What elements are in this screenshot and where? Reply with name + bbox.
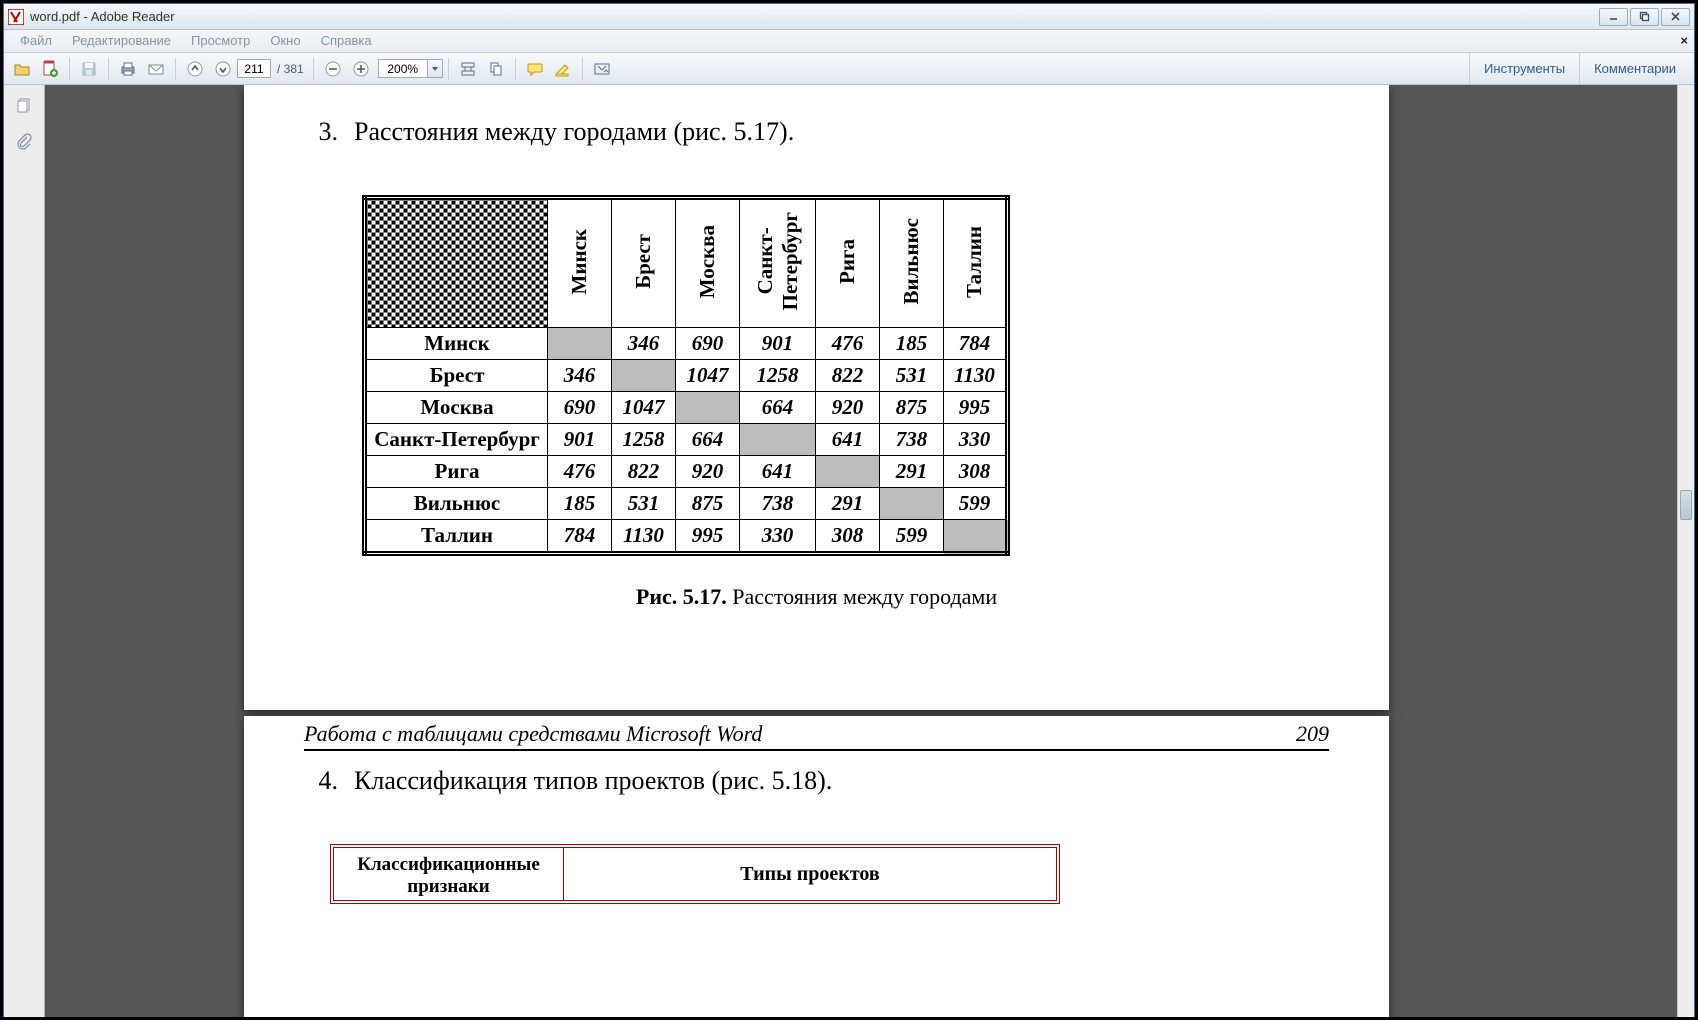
caption-text: Расстояния между городами bbox=[727, 584, 997, 609]
types-col1: Классификационные признаки bbox=[334, 848, 564, 900]
rotate-button[interactable] bbox=[483, 57, 509, 81]
email-button[interactable] bbox=[143, 57, 169, 81]
attachments-icon[interactable] bbox=[11, 129, 37, 155]
export-pdf-button[interactable] bbox=[37, 57, 63, 81]
save-button[interactable] bbox=[76, 57, 102, 81]
page-total-label: / 381 bbox=[277, 62, 304, 76]
header-left: Работа с таблицами средствами Microsoft … bbox=[304, 721, 762, 747]
comment-button[interactable] bbox=[522, 57, 548, 81]
content-area: 3. Расстояния между городами (рис. 5.17)… bbox=[4, 85, 1694, 1017]
types-col2: Типы проектов bbox=[564, 848, 1056, 900]
list-item-3: 3. Расстояния между городами (рис. 5.17)… bbox=[304, 117, 1389, 147]
zoom-in-button[interactable] bbox=[348, 57, 374, 81]
zoom-display[interactable]: 200% bbox=[378, 59, 428, 78]
open-button[interactable] bbox=[9, 57, 35, 81]
caption-label: Рис. 5.17. bbox=[636, 584, 727, 609]
titlebar: word.pdf - Adobe Reader bbox=[4, 4, 1694, 30]
menubar: Файл Редактирование Просмотр Окно Справк… bbox=[4, 30, 1694, 53]
page-down-button[interactable] bbox=[210, 57, 236, 81]
header-page-number: 209 bbox=[1296, 721, 1329, 747]
list-text: Классификация типов проектов (рис. 5.18)… bbox=[354, 766, 832, 796]
pdf-page: 3. Расстояния между городами (рис. 5.17)… bbox=[244, 85, 1389, 710]
list-item-4: 4. Классификация типов проектов (рис. 5.… bbox=[304, 766, 1389, 796]
page-number-input[interactable] bbox=[237, 59, 271, 78]
page-header: Работа с таблицами средствами Microsoft … bbox=[304, 721, 1329, 751]
menu-edit[interactable]: Редактирование bbox=[62, 30, 181, 52]
minimize-button[interactable] bbox=[1599, 8, 1628, 26]
scrollbar-thumb[interactable] bbox=[1680, 490, 1692, 520]
page-up-button[interactable] bbox=[182, 57, 208, 81]
tools-tab[interactable]: Инструменты bbox=[1469, 53, 1579, 84]
highlight-button[interactable] bbox=[550, 57, 576, 81]
menu-file[interactable]: Файл bbox=[10, 30, 62, 52]
maximize-button[interactable] bbox=[1630, 8, 1659, 26]
window-title: word.pdf - Adobe Reader bbox=[30, 9, 175, 24]
figure-caption: Рис. 5.17. Расстояния между городами bbox=[244, 584, 1389, 610]
types-table-header: Классификационные признаки Типы проектов bbox=[330, 844, 1060, 904]
distance-table: МинскБрестМоскваСанкт- ПетербургРигаВиль… bbox=[362, 195, 1036, 556]
doc-close-icon[interactable]: × bbox=[1680, 33, 1688, 48]
zoom-out-button[interactable] bbox=[320, 57, 346, 81]
adobe-reader-icon bbox=[8, 9, 24, 25]
print-button[interactable] bbox=[115, 57, 141, 81]
scrollbar[interactable] bbox=[1677, 85, 1694, 1017]
close-button[interactable] bbox=[1661, 8, 1690, 26]
menu-view[interactable]: Просмотр bbox=[181, 30, 260, 52]
nav-sidebar bbox=[4, 85, 45, 1017]
thumbnails-icon[interactable] bbox=[11, 93, 37, 119]
list-number: 4. bbox=[304, 766, 338, 796]
menu-help[interactable]: Справка bbox=[311, 30, 382, 52]
list-number: 3. bbox=[304, 117, 338, 147]
menu-window[interactable]: Окно bbox=[260, 30, 310, 52]
toolbar: / 381 200% Инструменты Комментарии bbox=[4, 53, 1694, 85]
list-text: Расстояния между городами (рис. 5.17). bbox=[354, 117, 794, 147]
document-viewport[interactable]: 3. Расстояния между городами (рис. 5.17)… bbox=[45, 85, 1694, 1017]
read-mode-button[interactable] bbox=[589, 57, 615, 81]
comments-tab[interactable]: Комментарии bbox=[1579, 53, 1690, 84]
zoom-dropdown-button[interactable] bbox=[428, 59, 443, 78]
pdf-page: Работа с таблицами средствами Microsoft … bbox=[244, 716, 1389, 1017]
snapshot-button[interactable] bbox=[455, 57, 481, 81]
